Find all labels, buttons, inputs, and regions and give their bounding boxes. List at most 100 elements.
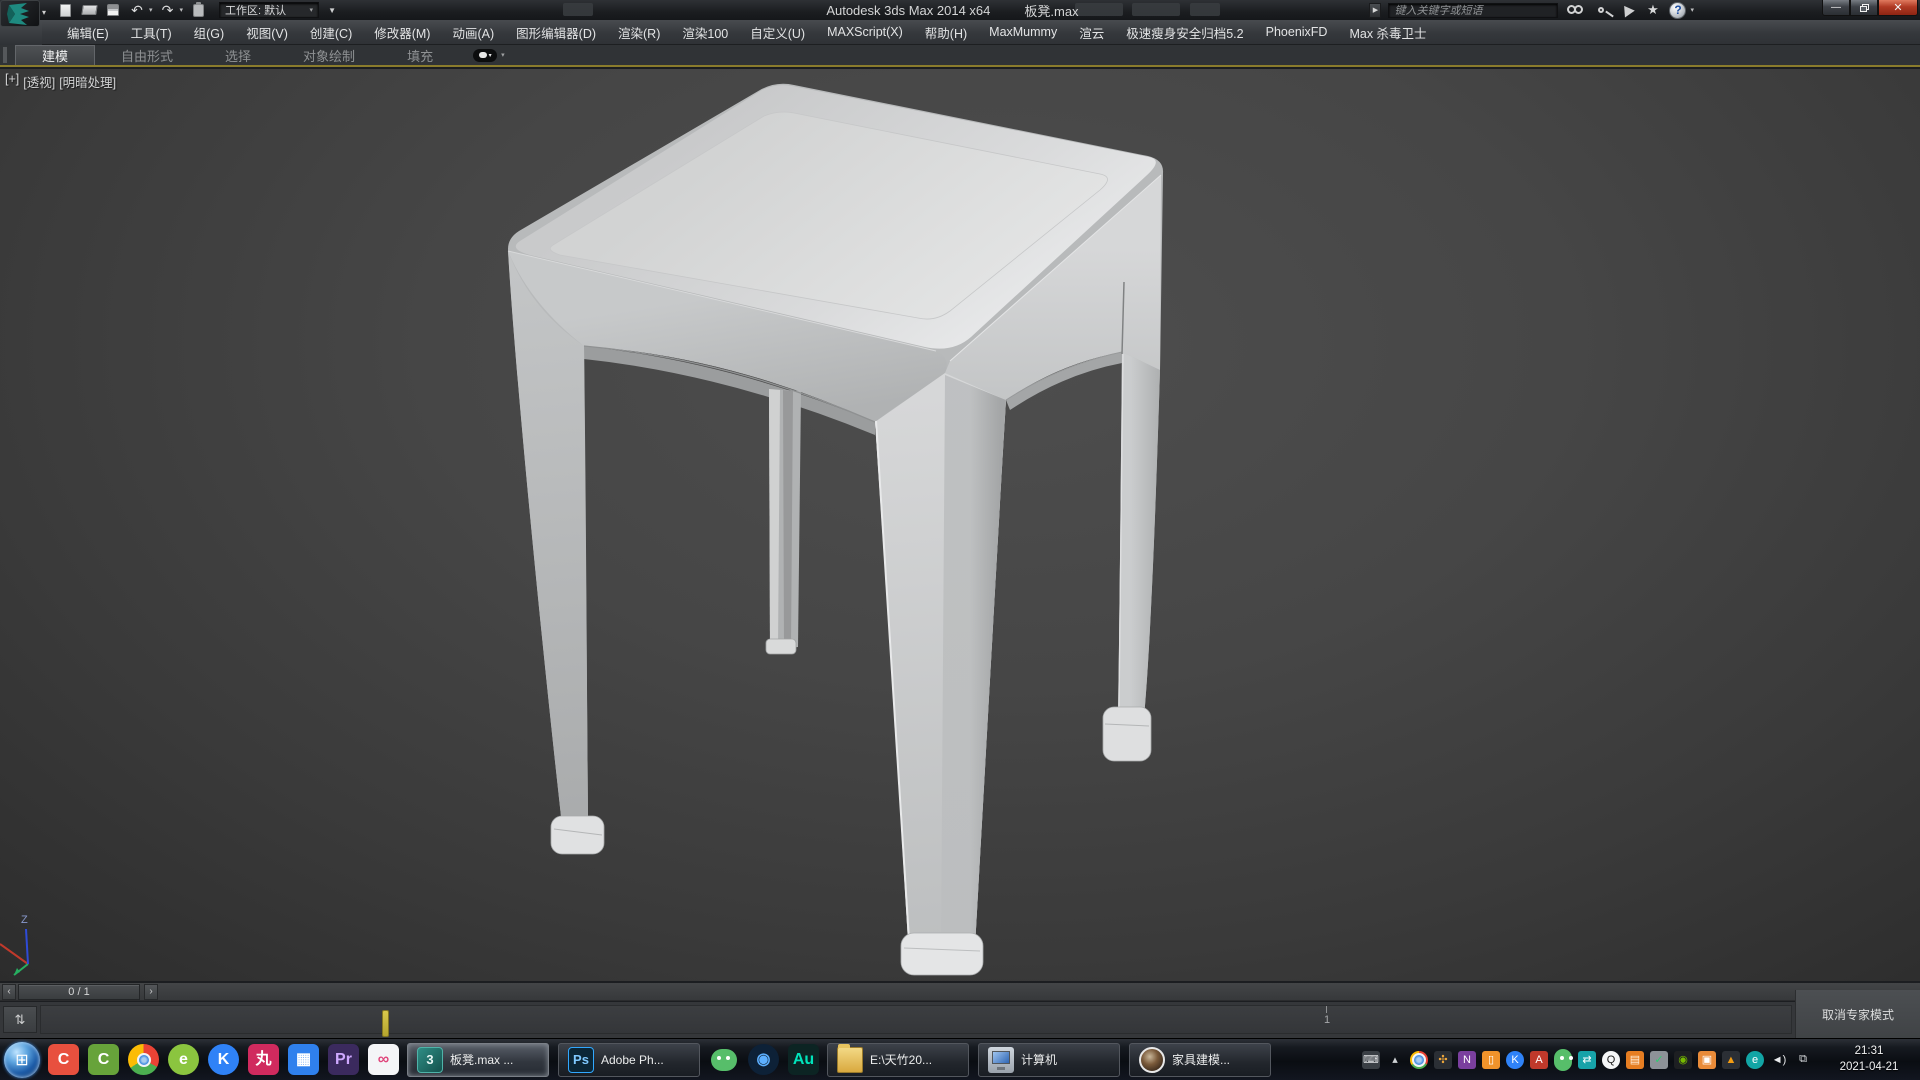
menu-item[interactable]: 渲云: [1068, 20, 1115, 45]
tab-modeling[interactable]: 建模: [15, 45, 96, 65]
menu-item[interactable]: 渲染100: [671, 20, 739, 45]
subscription-button[interactable]: [1591, 2, 1610, 18]
tray-chrome[interactable]: [1410, 1050, 1428, 1069]
perspective-viewport[interactable]: [+] [透视] [明暗处理] Z: [0, 69, 1920, 981]
new-scene-button[interactable]: [56, 2, 74, 18]
app-audition[interactable]: Au: [788, 1044, 819, 1075]
menu-item[interactable]: 渲染(R): [607, 20, 671, 45]
save-file-button[interactable]: [104, 2, 122, 18]
tray-qq[interactable]: Q: [1602, 1050, 1620, 1069]
task-3dsmax[interactable]: 3 板凳.max ...: [407, 1042, 549, 1077]
cancel-expert-mode-button[interactable]: 取消专家模式: [1822, 1006, 1894, 1023]
tray-k-service[interactable]: K: [1506, 1050, 1524, 1069]
logo-dropdown-caret[interactable]: ▾: [42, 8, 46, 17]
search-go-button[interactable]: [1565, 2, 1584, 18]
tray-nvidia[interactable]: ◉: [1674, 1050, 1692, 1069]
app-wechat[interactable]: [708, 1044, 739, 1075]
app-rings[interactable]: ∞: [368, 1044, 399, 1075]
menu-item[interactable]: 极速瘦身安全归档5.2: [1115, 20, 1254, 45]
app-wan[interactable]: 丸: [248, 1044, 279, 1075]
restore-button[interactable]: [1850, 0, 1878, 16]
tab-populate[interactable]: 填充: [381, 45, 459, 65]
open-file-button[interactable]: [80, 2, 98, 18]
redacted-plugin-button[interactable]: [1190, 3, 1220, 16]
start-button[interactable]: ⊞: [4, 1041, 40, 1078]
open-mini-curve-editor-button[interactable]: ⇅: [3, 1006, 37, 1033]
redacted-plugin-button[interactable]: [563, 3, 593, 16]
undo-dropdown[interactable]: ▾: [149, 6, 153, 14]
ribbon-minimize-caret[interactable]: ▾: [501, 51, 505, 59]
minimize-button[interactable]: —: [1822, 0, 1850, 16]
tray-transfer[interactable]: ⇄: [1578, 1050, 1596, 1069]
app-camtasia-recorder[interactable]: C: [88, 1044, 119, 1075]
menu-item[interactable]: MAXScript(X): [816, 20, 914, 45]
track-bar[interactable]: 1: [40, 1005, 1792, 1037]
tray-show-hidden[interactable]: ▴: [1386, 1051, 1404, 1069]
taskbar-clock[interactable]: 21:31 2021-04-21: [1826, 1044, 1912, 1075]
tab-object-paint[interactable]: 对象绘制: [277, 45, 381, 65]
tray-pdf[interactable]: A: [1530, 1050, 1548, 1069]
menu-item[interactable]: 组(G): [183, 20, 236, 45]
app-browser-360[interactable]: e: [168, 1044, 199, 1075]
task-computer[interactable]: 计算机: [978, 1042, 1120, 1077]
tray-memory-clean[interactable]: N: [1458, 1050, 1476, 1069]
workspace-dropdown[interactable]: 工作区: 默认 ▾: [219, 2, 320, 18]
ribbon-drag-grip[interactable]: [3, 47, 7, 63]
set-project-folder-button[interactable]: [189, 1, 207, 18]
app-video-editor[interactable]: ▦: [288, 1044, 319, 1075]
menu-item[interactable]: 编辑(E): [56, 20, 120, 45]
tray-window-util[interactable]: ▤: [1626, 1050, 1644, 1069]
app-kuaijian[interactable]: K: [208, 1044, 239, 1075]
app-camtasia[interactable]: C: [48, 1044, 79, 1075]
redo-dropdown[interactable]: ▾: [180, 6, 184, 14]
menu-item[interactable]: 创建(C): [299, 20, 363, 45]
close-button[interactable]: ✕: [1878, 0, 1918, 16]
next-frame-button[interactable]: ›: [144, 983, 158, 1000]
undo-button[interactable]: ↶: [128, 2, 146, 18]
favorites-button[interactable]: ★: [1643, 2, 1662, 18]
help-button[interactable]: ?: [1669, 1, 1687, 19]
tab-freeform[interactable]: 自由形式: [95, 45, 199, 65]
task-furniture-modeling[interactable]: 家具建模...: [1129, 1042, 1271, 1077]
menu-item[interactable]: 视图(V): [235, 20, 299, 45]
menu-item[interactable]: 动画(A): [441, 20, 505, 45]
app-premiere[interactable]: Pr: [328, 1044, 359, 1075]
quick-access-customize-button[interactable]: ▼: [325, 2, 339, 18]
menu-item[interactable]: 图形编辑器(D): [505, 20, 607, 45]
menu-item[interactable]: PhoenixFD: [1255, 20, 1339, 45]
redacted-plugin-button[interactable]: [1075, 3, 1123, 16]
app-aperture[interactable]: ◉: [748, 1044, 779, 1075]
time-slider-handle[interactable]: 0 / 1: [18, 983, 140, 1000]
previous-frame-button[interactable]: ‹: [2, 983, 16, 1000]
time-marker[interactable]: [382, 1010, 389, 1037]
tray-screenshot[interactable]: ▣: [1698, 1050, 1716, 1069]
menu-item[interactable]: MaxMummy: [978, 20, 1068, 45]
app-chrome[interactable]: [128, 1044, 159, 1075]
menu-item[interactable]: 工具(T): [120, 20, 183, 45]
menu-item[interactable]: Max 杀毒卫士: [1338, 20, 1437, 45]
tray-pinwheel[interactable]: ✣: [1434, 1050, 1452, 1069]
tray-eset[interactable]: e: [1746, 1050, 1764, 1069]
redacted-plugin-button[interactable]: [1132, 3, 1180, 16]
tray-orange-util[interactable]: ▯: [1482, 1050, 1500, 1069]
task-folder-window[interactable]: E:\天竹20...: [827, 1042, 969, 1077]
ribbon-minimize-button[interactable]: ▾: [473, 48, 498, 62]
application-menu-button[interactable]: [0, 0, 40, 27]
menu-item[interactable]: 修改器(M): [363, 20, 441, 45]
communication-center-button[interactable]: [1617, 2, 1636, 18]
tab-selection[interactable]: 选择: [199, 45, 277, 65]
help-dropdown[interactable]: ▾: [1690, 6, 1694, 14]
task-photoshop[interactable]: Ps Adobe Ph...: [558, 1042, 700, 1077]
tray-firewall[interactable]: ▲: [1722, 1050, 1740, 1069]
stool-model[interactable]: [0, 69, 1920, 981]
tray-volume[interactable]: ◄): [1770, 1051, 1788, 1069]
tray-input-keyboard[interactable]: ⌨: [1362, 1050, 1380, 1069]
menu-item[interactable]: 自定义(U): [739, 20, 816, 45]
menu-item[interactable]: 帮助(H): [914, 20, 978, 45]
tray-network[interactable]: ⧉: [1794, 1051, 1812, 1069]
redo-button[interactable]: ↷: [159, 2, 177, 18]
tray-usb[interactable]: ✓: [1650, 1050, 1668, 1069]
tray-wechat[interactable]: [1554, 1048, 1572, 1071]
search-arrow-button[interactable]: ▶: [1369, 2, 1382, 18]
search-input[interactable]: 键入关键字或短语: [1388, 2, 1559, 18]
